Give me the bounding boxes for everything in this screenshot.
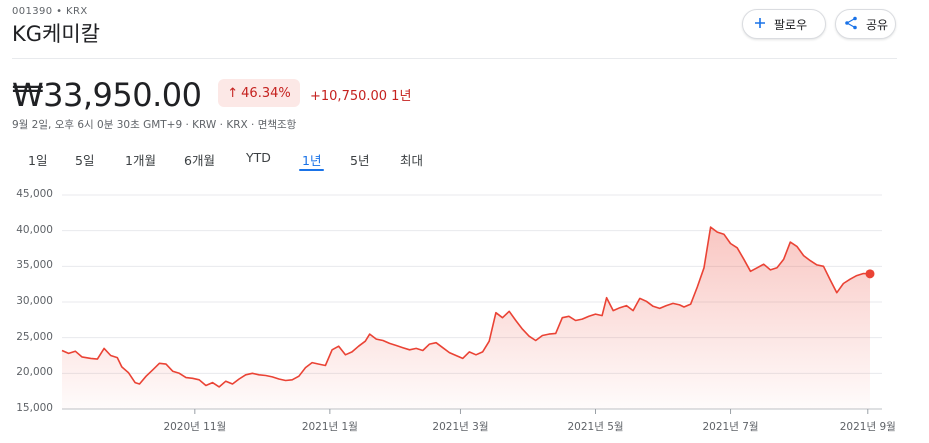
y-tick-label: 25,000 xyxy=(16,330,53,343)
y-tick-label: 35,000 xyxy=(16,259,53,272)
x-tick-label: 2021년 7월 xyxy=(702,421,759,433)
y-tick-label: 45,000 xyxy=(16,188,53,200)
y-tick-label: 30,000 xyxy=(16,295,53,307)
x-tick-label: 2021년 1월 xyxy=(301,421,358,433)
y-tick-label: 40,000 xyxy=(16,223,53,236)
x-tick-label: 2020년 11월 xyxy=(163,421,227,433)
price-chart[interactable] xyxy=(0,0,929,443)
y-tick-label: 15,000 xyxy=(16,402,53,414)
current-price-marker xyxy=(865,269,875,279)
x-tick-label: 2021년 3월 xyxy=(432,421,489,433)
x-tick-label: 2021년 5월 xyxy=(567,421,624,433)
x-tick-label: 2021년 9월 xyxy=(839,421,896,433)
y-tick-label: 20,000 xyxy=(16,366,53,379)
price-area xyxy=(62,227,870,409)
chart-x-axis xyxy=(194,409,869,414)
